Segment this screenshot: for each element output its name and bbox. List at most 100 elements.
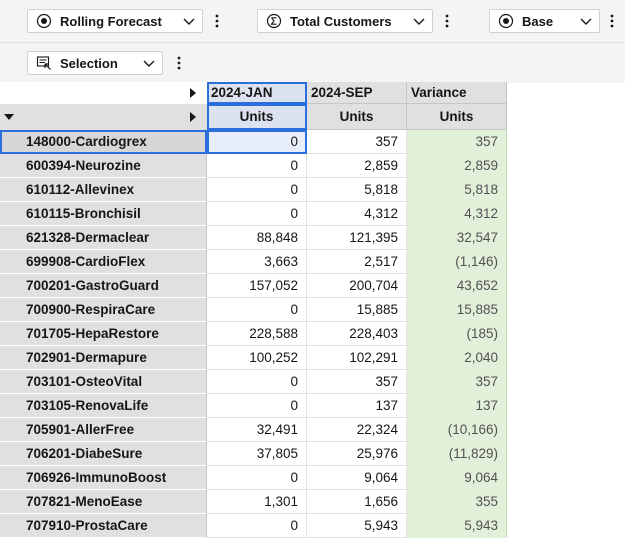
cell-2024-jan[interactable]: 0 [207,202,307,226]
row-header[interactable]: 706926-ImmunoBoost [0,466,207,490]
cell-2024-jan[interactable]: 0 [207,298,307,322]
cell-2024-jan[interactable]: 0 [207,178,307,202]
row-header[interactable]: 703105-RenovaLife [0,394,207,418]
cell-variance[interactable]: 357 [407,130,507,154]
record-icon [36,13,52,29]
cell-variance[interactable]: 357 [407,370,507,394]
cell-2024-jan[interactable]: 1,301 [207,490,307,514]
cell-2024-sep[interactable]: 357 [307,370,407,394]
row-header[interactable]: 700201-GastroGuard [0,274,207,298]
cell-variance[interactable]: 355 [407,490,507,514]
row-header[interactable]: 610112-Allevinex [0,178,207,202]
row-header[interactable]: 701705-HepaRestore [0,322,207,346]
cell-2024-jan[interactable]: 3,663 [207,250,307,274]
column-header-2024-jan[interactable]: 2024-JAN [207,82,307,104]
selection-list-icon [36,55,52,71]
cell-2024-sep[interactable]: 15,885 [307,298,407,322]
cell-variance[interactable]: 137 [407,394,507,418]
cell-2024-jan[interactable]: 228,588 [207,322,307,346]
selection-dropdown-label: Selection [60,55,118,71]
row-header[interactable]: 706201-DiabeSure [0,442,207,466]
cell-2024-sep[interactable]: 2,517 [307,250,407,274]
cell-2024-jan[interactable]: 37,805 [207,442,307,466]
measure-dropdown[interactable]: Total Customers [257,9,433,33]
cell-2024-sep[interactable]: 9,064 [307,466,407,490]
row-header[interactable]: 621328-Dermaclear [0,226,207,250]
column-expand-toggle[interactable] [178,82,207,104]
cell-2024-sep[interactable]: 5,818 [307,178,407,202]
scenario-overflow-menu[interactable] [606,11,618,31]
cell-2024-jan[interactable]: 0 [207,154,307,178]
cell-variance[interactable]: 4,312 [407,202,507,226]
cell-2024-jan[interactable]: 32,491 [207,418,307,442]
chevron-down-icon [580,18,592,25]
cell-variance[interactable]: (185) [407,322,507,346]
cell-2024-sep[interactable]: 137 [307,394,407,418]
cell-variance[interactable]: 2,859 [407,154,507,178]
cell-variance[interactable]: 15,885 [407,298,507,322]
row-header[interactable]: 700900-RespiraCare [0,298,207,322]
cell-2024-sep[interactable]: 200,704 [307,274,407,298]
cell-variance[interactable]: 32,547 [407,226,507,250]
cell-variance[interactable]: (10,166) [407,418,507,442]
measure-dropdown-label: Total Customers [290,13,392,29]
column-header-2024-sep[interactable]: 2024-SEP [307,82,407,104]
cell-2024-sep[interactable]: 4,312 [307,202,407,226]
cell-2024-jan[interactable]: 0 [207,370,307,394]
cell-2024-jan[interactable]: 0 [207,394,307,418]
row-collapse-toggle[interactable] [0,104,178,130]
cell-2024-jan[interactable]: 88,848 [207,226,307,250]
forecast-dropdown[interactable]: Rolling Forecast [27,9,203,33]
cell-2024-sep[interactable]: 1,656 [307,490,407,514]
cell-variance[interactable]: (1,146) [407,250,507,274]
measure-overflow-menu[interactable] [441,11,453,31]
cell-variance[interactable]: 5,818 [407,178,507,202]
cell-2024-jan[interactable]: 0 [207,466,307,490]
cell-variance[interactable]: 43,652 [407,274,507,298]
row-header[interactable]: 699908-CardioFlex [0,250,207,274]
forecast-overflow-menu[interactable] [211,11,223,31]
chevron-down-icon [183,18,195,25]
forecast-dropdown-label: Rolling Forecast [60,13,162,29]
column-subheader-units[interactable]: Units [407,104,507,130]
row-header[interactable]: 707821-MenoEase [0,490,207,514]
cell-2024-sep[interactable]: 5,943 [307,514,407,538]
sigma-icon [266,13,282,29]
caret-right-icon [189,112,196,122]
row-header[interactable]: 703101-OsteoVital [0,370,207,394]
cell-2024-sep[interactable]: 357 [307,130,407,154]
column-expand-toggle-2[interactable] [178,104,207,130]
chevron-down-icon [143,60,155,67]
row-header[interactable]: 702901-Dermapure [0,346,207,370]
cell-2024-sep[interactable]: 121,395 [307,226,407,250]
column-header-variance[interactable]: Variance [407,82,507,104]
cell-2024-jan[interactable]: 100,252 [207,346,307,370]
toolbar-top: Rolling Forecast Total Customers Base [0,0,625,42]
cell-variance[interactable]: 2,040 [407,346,507,370]
row-header[interactable]: 600394-Neurozine [0,154,207,178]
cell-2024-jan[interactable]: 0 [207,514,307,538]
grid-corner-top [0,82,178,104]
cell-2024-sep[interactable]: 2,859 [307,154,407,178]
selection-dropdown[interactable]: Selection [27,51,163,75]
selection-overflow-menu[interactable] [173,53,185,73]
row-header[interactable]: 705901-AllerFree [0,418,207,442]
cell-2024-sep[interactable]: 22,324 [307,418,407,442]
column-subheader-units[interactable]: Units [207,104,307,130]
scenario-dropdown[interactable]: Base [489,9,600,33]
cell-2024-sep[interactable]: 25,976 [307,442,407,466]
kebab-icon [610,14,614,28]
row-header[interactable]: 707910-ProstaCare [0,514,207,538]
row-header[interactable]: 610115-Bronchisil [0,202,207,226]
cell-2024-jan[interactable]: 0 [207,130,307,154]
chevron-down-icon [413,18,425,25]
row-header[interactable]: 148000-Cardiogrex [0,130,207,154]
column-subheader-units[interactable]: Units [307,104,407,130]
cell-variance[interactable]: 5,943 [407,514,507,538]
cell-2024-sep[interactable]: 228,403 [307,322,407,346]
caret-right-icon [189,88,196,98]
cell-variance[interactable]: (11,829) [407,442,507,466]
cell-variance[interactable]: 9,064 [407,466,507,490]
cell-2024-jan[interactable]: 157,052 [207,274,307,298]
cell-2024-sep[interactable]: 102,291 [307,346,407,370]
